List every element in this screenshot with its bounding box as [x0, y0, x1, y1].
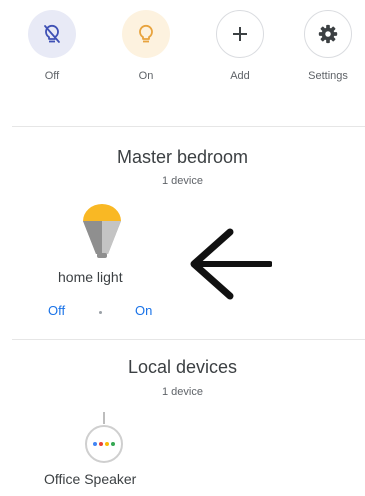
all-on-button[interactable]: On [111, 10, 181, 82]
all-off-label: Off [44, 70, 60, 82]
lightbulb-on-icon [122, 10, 170, 58]
room-device-count: 1 device [162, 175, 203, 187]
add-button[interactable]: Add [205, 10, 275, 82]
device-name-office-speaker[interactable]: Office Speaker [44, 471, 136, 487]
section-divider [12, 339, 365, 340]
section-divider [12, 126, 365, 127]
gear-icon [304, 10, 352, 58]
device-name-home-light[interactable]: home light [58, 269, 123, 285]
smart-bulb-icon[interactable] [78, 199, 126, 261]
room-title-master-bedroom: Master bedroom [116, 147, 249, 167]
left-arrow-icon [186, 228, 273, 300]
settings-label: Settings [308, 70, 348, 82]
control-separator [99, 311, 102, 314]
all-off-button[interactable]: Off [17, 10, 87, 82]
home-light-on-button[interactable]: On [135, 303, 152, 318]
quick-actions-bar: Off On Add Settings [0, 10, 365, 100]
room-title-local-devices: Local devices [127, 357, 238, 377]
plus-icon [216, 10, 264, 58]
home-light-off-button[interactable]: Off [48, 303, 65, 318]
room-device-count: 1 device [162, 386, 203, 398]
smart-speaker-icon[interactable] [80, 410, 128, 466]
lightbulb-off-icon [28, 10, 76, 58]
all-on-label: On [138, 70, 154, 82]
settings-button[interactable]: Settings [293, 10, 363, 82]
add-label: Add [230, 70, 250, 82]
